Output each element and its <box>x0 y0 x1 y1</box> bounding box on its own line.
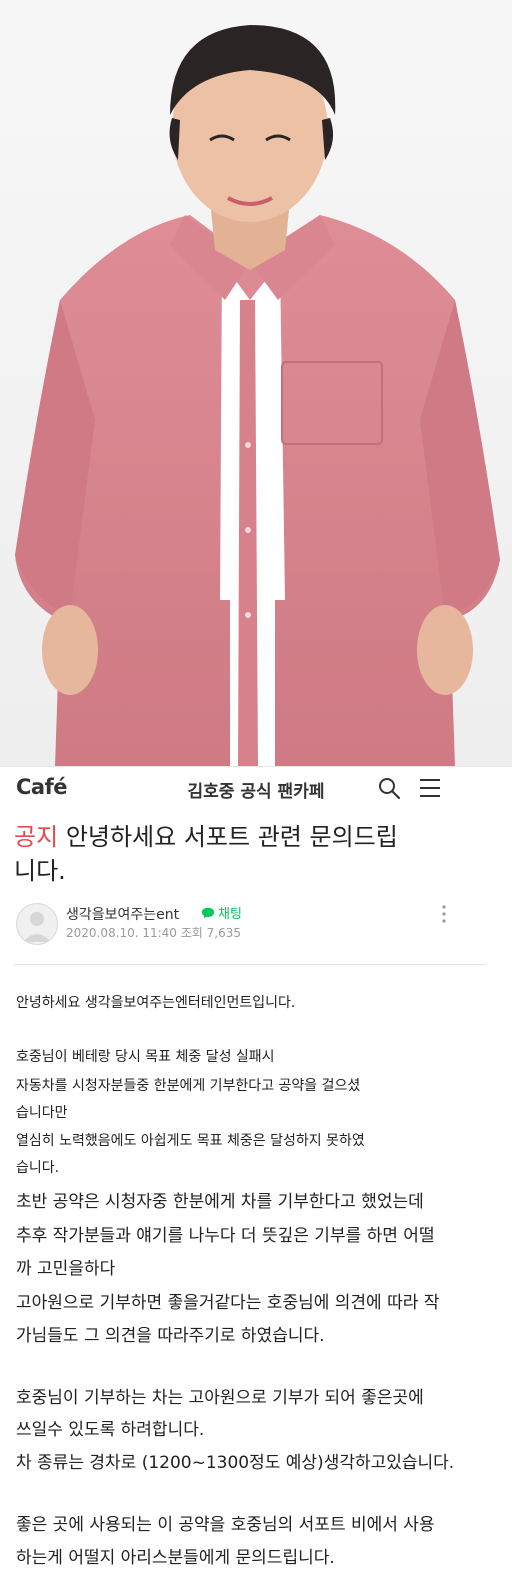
body-line: 초반 공약은 시청자중 한분에게 차를 기부한다고 했었는데 <box>16 1192 424 1212</box>
body-line: 쓰일수 있도록 하려합니다. <box>16 1420 205 1440</box>
notice-tag: 공지 <box>14 823 59 851</box>
body-line: 차 종류는 경차로 (1200~1300정도 예상)생각하고있습니다. <box>16 1453 455 1473</box>
post-title-line2: 니다. <box>14 857 66 885</box>
chat-button[interactable]: 채팅 <box>201 903 242 922</box>
search-icon[interactable] <box>377 776 401 800</box>
body-line: 가님들도 그 의견을 따라주기로 하였습니다. <box>16 1326 325 1346</box>
author-row: 생각을보여주는ent 채팅 2020.08.10. 11:40 조회 7,635 <box>16 903 496 949</box>
body-line: 호중님이 기부하는 차는 고아원으로 기부가 되어 좋은곳에 <box>16 1388 424 1408</box>
body-line: 좋은 곳에 사용되는 이 공약을 호중님의 서포트 비에서 사용 <box>16 1515 435 1535</box>
body-line: 고아원으로 기부하면 좋을거같다는 호중님에 의견에 따라 작 <box>16 1293 440 1313</box>
body-line: 자동차를 시청자분들중 한분에게 기부한다고 공약을 걸으셨 <box>16 1078 361 1094</box>
cafe-header: Café 김호중 공식 팬카페 <box>0 766 512 811</box>
body-line: 까 고민을하다 <box>16 1259 116 1279</box>
menu-icon[interactable] <box>418 776 442 800</box>
default-avatar-icon <box>23 912 51 942</box>
post-meta: 2020.08.10. 11:40 조회 7,635 <box>66 926 241 940</box>
body-line: 추후 작가분들과 얘기를 나누다 더 뜻깊은 기부를 하면 어떨 <box>16 1226 435 1246</box>
more-options-icon[interactable] <box>440 903 448 925</box>
profile-photo <box>0 0 512 766</box>
avatar[interactable] <box>16 903 58 945</box>
body-line: 안녕하세요 생각을보여주는엔터테인먼트입니다. <box>16 995 296 1011</box>
divider <box>14 964 486 965</box>
post-title-line1: 안녕하세요 서포트 관련 문의드립 <box>65 823 398 851</box>
author-name[interactable]: 생각을보여주는ent <box>66 904 179 924</box>
chat-label: 채팅 <box>218 907 242 922</box>
body-line: 습니다만 <box>16 1105 68 1121</box>
body-line: 열심히 노력했음에도 아쉽게도 목표 체중은 달성하지 못하였 <box>16 1133 365 1149</box>
chat-bubble-icon <box>201 907 215 918</box>
post-title: 공지 안녕하세요 서포트 관련 문의드립 니다. <box>14 820 464 888</box>
body-line: 하는게 어떨지 아리스분들에게 문의드립니다. <box>16 1548 335 1568</box>
body-line: 호중님이 베테랑 당시 목표 체중 달성 실패시 <box>16 1049 275 1065</box>
body-line: 습니다. <box>16 1160 60 1176</box>
